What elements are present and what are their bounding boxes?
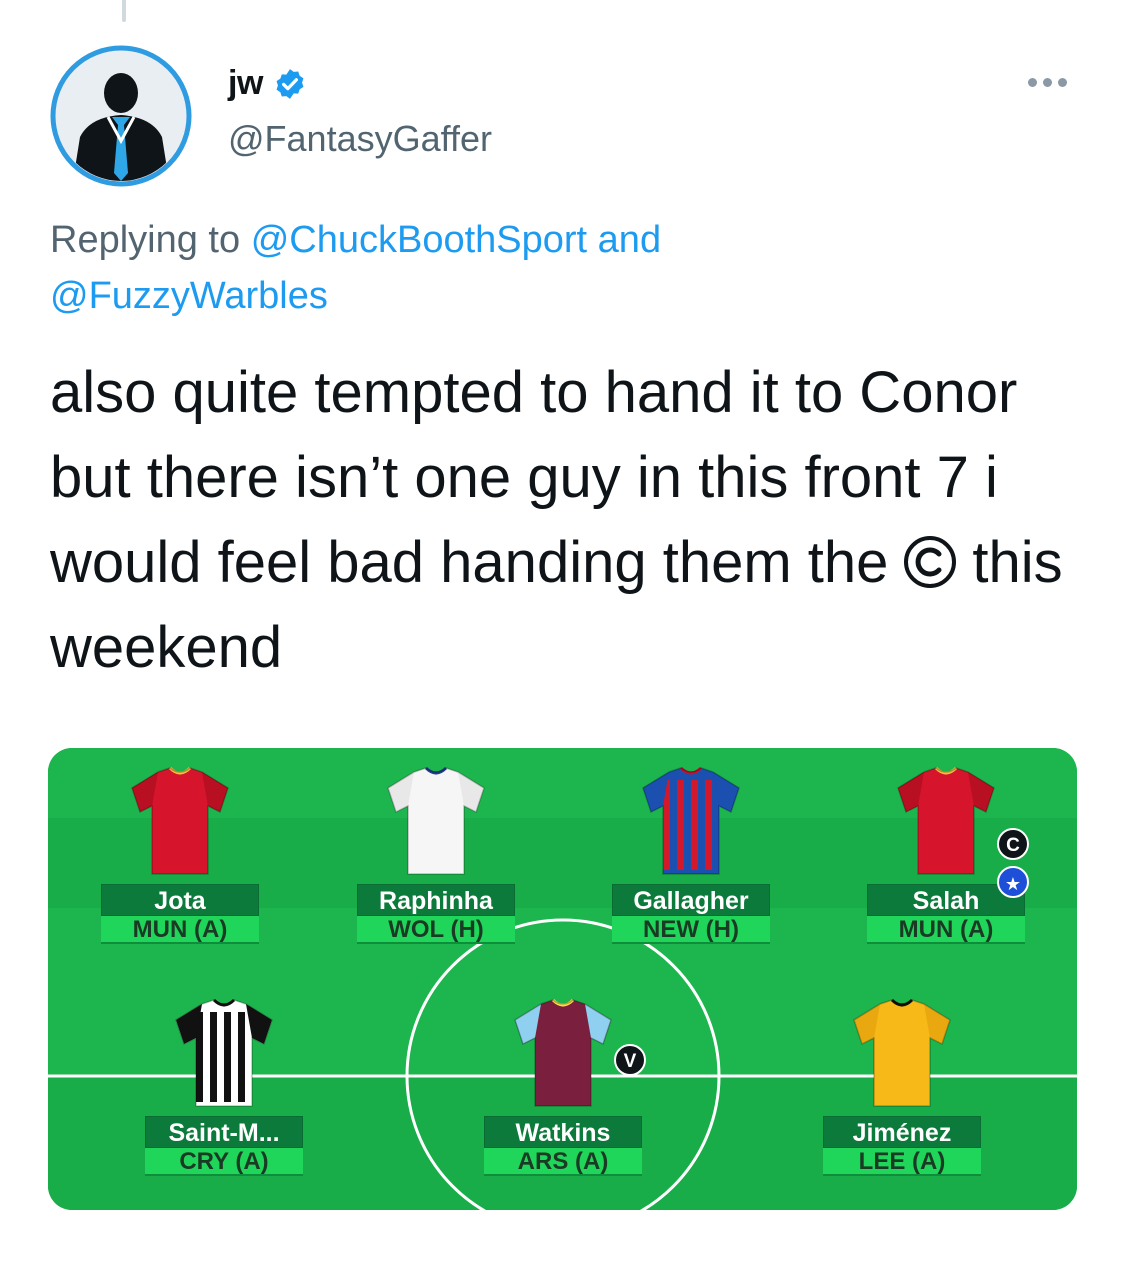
verified-badge-icon	[276, 68, 304, 99]
player-card[interactable]: Saint-M... CRY (A)	[139, 998, 309, 1176]
replying-to: Replying to @ChuckBoothSport and @FuzzyW…	[50, 212, 1050, 324]
player-card[interactable]: Raphinha WOL (H)	[351, 766, 521, 944]
vice-captain-badge: V	[614, 1044, 646, 1076]
player-shirt	[139, 998, 309, 1110]
player-name: Saint-M...	[145, 1116, 303, 1148]
player-card[interactable]: Jota MUN (A)	[95, 766, 265, 944]
reply-mention-2[interactable]: @FuzzyWarbles	[50, 275, 328, 317]
player-name: Jota	[101, 884, 259, 916]
player-card[interactable]: Gallagher NEW (H)	[606, 766, 776, 944]
player-card[interactable]: Watkins ARS (A) V	[478, 998, 648, 1176]
suited-man-avatar-icon	[50, 45, 192, 187]
team-pitch-image[interactable]: Jota MUN (A) Raphinha WOL (H) Gallagher NEW…	[48, 748, 1077, 1210]
star-icon: ★	[997, 866, 1029, 898]
more-dot	[1043, 78, 1052, 87]
thread-line	[122, 0, 126, 22]
replying-prefix: Replying to	[50, 219, 241, 261]
player-shirt	[861, 766, 1031, 878]
player-fixture: ARS (A)	[484, 1148, 642, 1176]
more-options-icon[interactable]	[1028, 78, 1067, 87]
player-fixture: MUN (A)	[867, 916, 1025, 944]
author-name-row[interactable]: jw	[228, 64, 307, 103]
player-fixture: NEW (H)	[612, 916, 770, 944]
reply-mention-1[interactable]: @ChuckBoothSport	[251, 219, 587, 261]
captain-badge: C	[997, 828, 1029, 860]
copyright-emoji	[904, 536, 957, 588]
player-name: Watkins	[484, 1116, 642, 1148]
display-name[interactable]: jw	[228, 64, 263, 103]
player-card[interactable]: Salah MUN (A) C ★	[861, 766, 1031, 944]
player-name: Gallagher	[612, 884, 770, 916]
avatar[interactable]	[50, 45, 192, 187]
user-handle[interactable]: @FantasyGaffer	[228, 118, 492, 160]
tweet-text: also quite tempted to hand it to Conor b…	[50, 350, 1090, 690]
player-name: Jiménez	[823, 1116, 981, 1148]
player-fixture: CRY (A)	[145, 1148, 303, 1176]
player-shirt	[817, 998, 987, 1110]
reply-and[interactable]: and	[598, 219, 661, 261]
player-name: Raphinha	[357, 884, 515, 916]
more-dot	[1058, 78, 1067, 87]
tweet-text-main: also quite tempted to hand it to Conor b…	[50, 360, 1018, 595]
player-shirt	[95, 766, 265, 878]
player-shirt	[606, 766, 776, 878]
player-shirt	[351, 766, 521, 878]
player-fixture: MUN (A)	[101, 916, 259, 944]
player-card[interactable]: Jiménez LEE (A)	[817, 998, 987, 1176]
player-fixture: LEE (A)	[823, 1148, 981, 1176]
more-dot	[1028, 78, 1037, 87]
player-fixture: WOL (H)	[357, 916, 515, 944]
